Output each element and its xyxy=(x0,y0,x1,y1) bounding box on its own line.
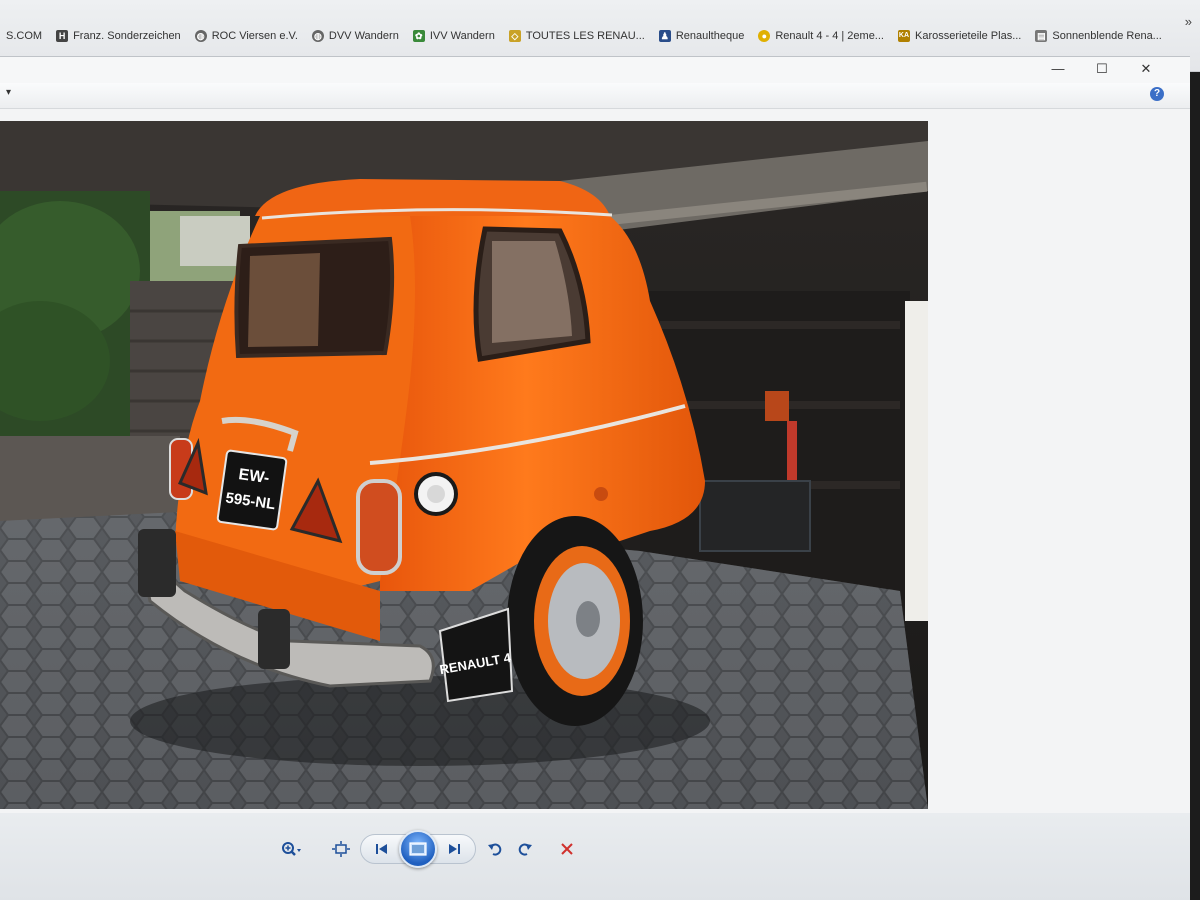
viewer-toolbar xyxy=(276,830,648,868)
globe-icon: ◍ xyxy=(194,29,207,42)
minimize-button[interactable]: — xyxy=(1036,59,1080,79)
menu-dropdown-icon[interactable]: ▾ xyxy=(6,87,11,98)
globe-icon: ◍ xyxy=(311,29,324,42)
photo-scene: EW- 595-NL RENAULT 4 xyxy=(0,121,928,809)
bookmark-label: Franz. Sonderzeichen xyxy=(73,29,181,42)
slideshow-icon[interactable] xyxy=(399,830,437,868)
bookmark-label: DVV Wandern xyxy=(328,29,399,42)
bookmark-item[interactable]: ✿ IVV Wandern xyxy=(412,29,495,42)
bookmark-label: S.COM xyxy=(6,29,43,42)
close-button[interactable]: ✕ xyxy=(1124,59,1168,79)
h-icon: H xyxy=(56,29,69,42)
ka-icon: KA xyxy=(897,29,910,42)
navigation-group xyxy=(360,830,476,868)
bookmark-label: IVV Wandern xyxy=(429,29,495,42)
bookmark-label: ROC Viersen e.V. xyxy=(211,29,298,42)
rotate-left-icon[interactable] xyxy=(480,834,510,864)
rotate-right-icon[interactable] xyxy=(510,834,540,864)
delete-icon[interactable] xyxy=(552,834,582,864)
person-icon: ♟ xyxy=(658,29,671,42)
bookmark-item[interactable]: ◇ TOUTES LES RENAU... xyxy=(508,29,645,42)
menu-bar: ▾ ? xyxy=(0,83,1190,109)
help-icon[interactable]: ? xyxy=(1150,87,1164,101)
maximize-button[interactable]: ☐ xyxy=(1080,59,1124,79)
photo: EW- 595-NL RENAULT 4 xyxy=(0,121,928,809)
bookmark-item[interactable]: ▤ Sonnenblende Rena... xyxy=(1035,29,1162,42)
window-controls: — ☐ ✕ xyxy=(1036,59,1168,79)
viewer-toolbar-area xyxy=(0,813,1190,900)
photo-viewer-window: — ☐ ✕ ▾ ? EW- 595-NL RENAULT 4 xyxy=(0,56,1190,900)
previous-icon[interactable] xyxy=(367,834,397,864)
bookmark-item[interactable]: ● Renault 4 - 4 | 2eme... xyxy=(758,29,884,42)
bookmark-item[interactable]: ◍ ROC Viersen e.V. xyxy=(194,29,298,42)
bookmark-label: Sonnenblende Rena... xyxy=(1052,29,1162,42)
circle-icon: ● xyxy=(758,29,771,42)
bookmark-item[interactable]: ◍ DVV Wandern xyxy=(311,29,399,42)
bookmark-label: Renaultheque xyxy=(675,29,745,42)
bookmark-item[interactable]: H Franz. Sonderzeichen xyxy=(56,29,181,42)
fit-window-icon[interactable] xyxy=(326,834,356,864)
renault-icon: ◇ xyxy=(508,29,521,42)
bookmark-label: Renault 4 - 4 | 2eme... xyxy=(775,29,884,42)
zoom-icon[interactable] xyxy=(276,834,306,864)
bookmark-label: TOUTES LES RENAU... xyxy=(525,29,645,42)
bookmarks-overflow-icon[interactable]: » xyxy=(1185,14,1192,29)
bookmark-label: Karosserieteile Plas... xyxy=(914,29,1022,42)
bookmark-item[interactable]: KA Karosserieteile Plas... xyxy=(897,29,1022,42)
next-icon[interactable] xyxy=(439,834,469,864)
page-icon: ▤ xyxy=(1035,29,1048,42)
ivv-icon: ✿ xyxy=(412,29,425,42)
bookmark-item[interactable]: S.COM xyxy=(6,30,42,42)
bookmark-item[interactable]: ♟ Renaultheque xyxy=(658,29,745,42)
title-bar: — ☐ ✕ xyxy=(0,57,1190,83)
